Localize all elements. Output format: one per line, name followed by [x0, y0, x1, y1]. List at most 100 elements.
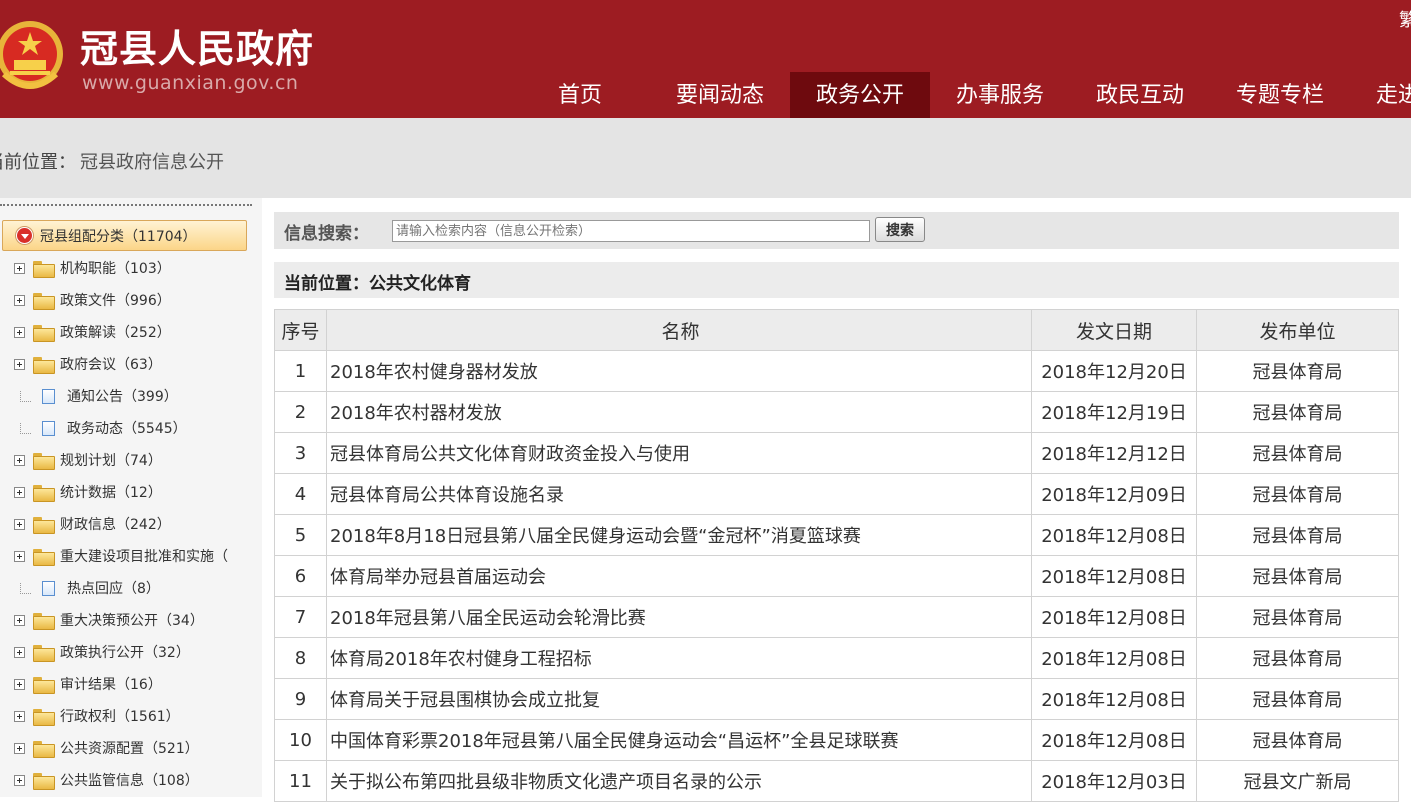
- row-unit: 冠县体育局: [1196, 432, 1399, 474]
- tree-item[interactable]: 重大决策预公开（34）: [14, 609, 204, 631]
- row-unit: 冠县体育局: [1196, 514, 1399, 556]
- folder-icon: [33, 260, 55, 278]
- table-row: 5 2018年8月18日冠县第八届全民健身运动会暨“金冠杯”消夏篮球赛 2018年1…: [274, 514, 1399, 556]
- row-unit: 冠县体育局: [1196, 350, 1399, 392]
- row-number: 2: [274, 391, 327, 433]
- table-row: 4 冠县体育局公共体育设施名录 2018年12月09日 冠县体育局: [274, 473, 1399, 515]
- site-header: 冠县人民政府 www.guanxian.gov.cn 繁 首页 要闻动态 政务公…: [0, 0, 1411, 118]
- tree-item[interactable]: 政府会议（63）: [14, 353, 162, 375]
- row-number: 5: [274, 514, 327, 556]
- folder-icon: [33, 772, 55, 790]
- row-title-link[interactable]: 中国体育彩票2018年冠县第八届全民健身运动会“昌运杯”全县足球联赛: [326, 719, 1032, 761]
- nav-about-county[interactable]: 走进冠县: [1350, 72, 1411, 118]
- folder-icon: [33, 516, 55, 534]
- folder-icon: [33, 644, 55, 662]
- site-title[interactable]: 冠县人民政府: [80, 18, 314, 73]
- tree-item-label: 规划计划（74）: [60, 453, 162, 469]
- header-date: 发文日期: [1031, 309, 1197, 351]
- nav-services[interactable]: 办事服务: [930, 72, 1070, 118]
- tree-root-node[interactable]: 冠县组配分类（11704）: [2, 220, 247, 251]
- nav-home[interactable]: 首页: [510, 72, 650, 118]
- breadcrumb-link[interactable]: 冠县政府信息公开: [80, 152, 224, 173]
- table-row: 9 体育局关于冠县围棋协会成立批复 2018年12月08日 冠县体育局: [274, 678, 1399, 720]
- expand-icon[interactable]: [14, 646, 25, 658]
- tree-item[interactable]: 审计结果（16）: [14, 673, 162, 695]
- folder-icon: [33, 324, 55, 342]
- tree-item[interactable]: 公共资源配置（521）: [14, 737, 199, 759]
- expand-icon[interactable]: [14, 710, 25, 722]
- row-number: 8: [274, 637, 327, 679]
- tree-item[interactable]: 政策执行公开（32）: [14, 641, 190, 663]
- row-number: 1: [274, 350, 327, 392]
- tree-item[interactable]: 政策解读（252）: [14, 321, 171, 343]
- tree-item[interactable]: 热点回应（8）: [14, 577, 160, 599]
- row-title-link[interactable]: 体育局关于冠县围棋协会成立批复: [326, 678, 1032, 720]
- tree-item[interactable]: 政策文件（996）: [14, 289, 171, 311]
- expand-icon[interactable]: [14, 454, 25, 466]
- row-title-link[interactable]: 2018年农村器材发放: [326, 391, 1032, 433]
- row-number: 10: [274, 719, 327, 761]
- expand-icon[interactable]: [14, 262, 25, 274]
- tree-item[interactable]: 重大建设项目批准和实施（: [14, 545, 228, 567]
- tree-item[interactable]: 通知公告（399）: [14, 385, 178, 407]
- tree-item-label: 公共监管信息（108）: [60, 773, 199, 789]
- row-number: 3: [274, 432, 327, 474]
- row-title-link[interactable]: 冠县体育局公共体育设施名录: [326, 473, 1032, 515]
- row-date: 2018年12月08日: [1031, 719, 1197, 761]
- tree-item[interactable]: 行政权利（1561）: [14, 705, 180, 727]
- expand-icon[interactable]: [14, 358, 25, 370]
- tree-item[interactable]: 规划计划（74）: [14, 449, 162, 471]
- folder-icon: [33, 548, 55, 566]
- tree-item-label: 公共资源配置（521）: [60, 741, 199, 757]
- collapse-icon[interactable]: [16, 227, 33, 244]
- traditional-chinese-link[interactable]: 繁: [1399, 6, 1411, 32]
- expand-icon[interactable]: [14, 742, 25, 754]
- tree-item[interactable]: 公共监管信息（108）: [14, 769, 199, 791]
- expand-icon[interactable]: [14, 294, 25, 306]
- tree-item-label: 机构职能（103）: [60, 261, 171, 277]
- row-date: 2018年12月08日: [1031, 637, 1197, 679]
- row-date: 2018年12月12日: [1031, 432, 1197, 474]
- nav-special-topics[interactable]: 专题专栏: [1210, 72, 1350, 118]
- breadcrumb-label: 当前位置：: [0, 152, 76, 173]
- row-title-link[interactable]: 体育局举办冠县首届运动会: [326, 555, 1032, 597]
- expand-icon[interactable]: [14, 678, 25, 690]
- header-unit: 发布单位: [1196, 309, 1399, 351]
- folder-icon: [33, 740, 55, 758]
- row-title-link[interactable]: 2018年8月18日冠县第八届全民健身运动会暨“金冠杯”消夏篮球赛: [326, 514, 1032, 556]
- expand-icon[interactable]: [14, 326, 25, 338]
- tree-item[interactable]: 机构职能（103）: [14, 257, 171, 279]
- tree-item[interactable]: 统计数据（12）: [14, 481, 162, 503]
- document-icon: [42, 388, 55, 404]
- expand-icon[interactable]: [14, 614, 25, 626]
- row-title-link[interactable]: 关于拟公布第四批县级非物质文化遗产项目名录的公示: [326, 760, 1032, 802]
- nav-news[interactable]: 要闻动态: [650, 72, 790, 118]
- nav-interaction[interactable]: 政民互动: [1070, 72, 1210, 118]
- divider: [0, 204, 252, 206]
- expand-icon[interactable]: [14, 774, 25, 786]
- row-title-link[interactable]: 2018年冠县第八届全民运动会轮滑比赛: [326, 596, 1032, 638]
- tree-item-label: 审计结果（16）: [60, 677, 162, 693]
- nav-government-affairs[interactable]: 政务公开: [790, 72, 930, 118]
- folder-icon: [33, 676, 55, 694]
- row-unit: 冠县体育局: [1196, 391, 1399, 433]
- tree-item[interactable]: 政务动态（5545）: [14, 417, 187, 439]
- expand-icon[interactable]: [14, 518, 25, 530]
- row-title-link[interactable]: 2018年农村健身器材发放: [326, 350, 1032, 392]
- tree-connector: [20, 390, 31, 402]
- document-icon: [42, 580, 55, 596]
- search-input[interactable]: [392, 220, 870, 242]
- search-button[interactable]: 搜索: [875, 217, 925, 242]
- row-title-link[interactable]: 体育局2018年农村健身工程招标: [326, 637, 1032, 679]
- row-number: 11: [274, 760, 327, 802]
- tree-item[interactable]: 财政信息（242）: [14, 513, 171, 535]
- expand-icon[interactable]: [14, 486, 25, 498]
- row-number: 6: [274, 555, 327, 597]
- section-title: 当前位置：公共文化体育: [284, 274, 471, 294]
- row-date: 2018年12月20日: [1031, 350, 1197, 392]
- row-date: 2018年12月09日: [1031, 473, 1197, 515]
- row-title-link[interactable]: 冠县体育局公共文化体育财政资金投入与使用: [326, 432, 1032, 474]
- table-row: 7 2018年冠县第八届全民运动会轮滑比赛 2018年12月08日 冠县体育局: [274, 596, 1399, 638]
- table-row: 10 中国体育彩票2018年冠县第八届全民健身运动会“昌运杯”全县足球联赛 2018…: [274, 719, 1399, 761]
- expand-icon[interactable]: [14, 550, 25, 562]
